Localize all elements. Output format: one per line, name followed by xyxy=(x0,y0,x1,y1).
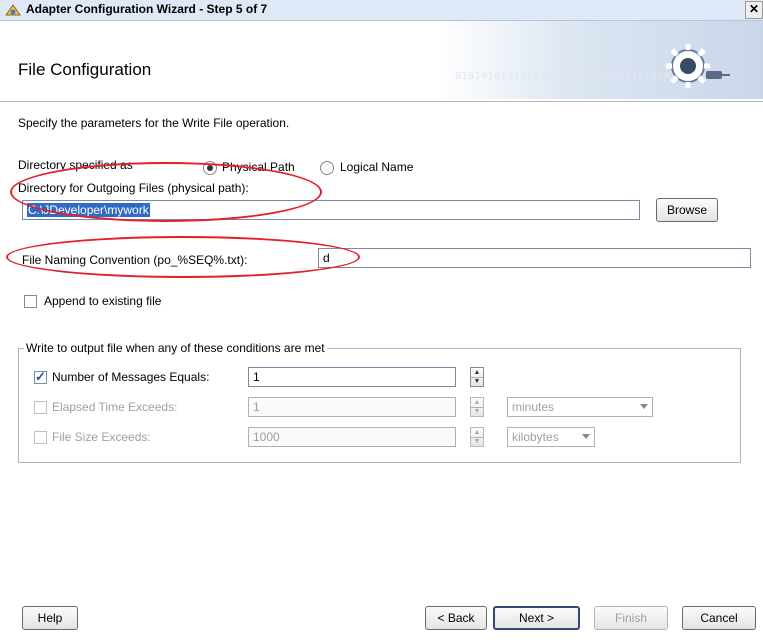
size-label[interactable]: File Size Exceeds: xyxy=(52,430,151,444)
browse-button[interactable]: Browse xyxy=(656,198,718,222)
size-checkbox[interactable] xyxy=(34,431,47,444)
spinner-down-icon[interactable]: ▼ xyxy=(471,437,483,446)
size-unit-value: kilobytes xyxy=(512,430,559,444)
logical-name-radio[interactable] xyxy=(320,161,334,175)
elapsed-input[interactable]: 1 xyxy=(248,397,456,417)
size-unit-select[interactable]: kilobytes xyxy=(507,427,595,447)
messages-input[interactable]: 1 xyxy=(248,367,456,387)
app-icon xyxy=(5,4,21,16)
intro-text: Specify the parameters for the Write Fil… xyxy=(18,116,290,130)
messages-checkbox[interactable]: ✓ xyxy=(34,369,47,384)
file-naming-input[interactable]: d xyxy=(318,248,751,268)
wizard-banner: File Configuration 010101010101010101010… xyxy=(0,21,763,101)
elapsed-checkbox[interactable] xyxy=(34,401,47,414)
wizard-content: Specify the parameters for the Write Fil… xyxy=(0,102,763,592)
next-button[interactable]: Next > xyxy=(493,606,580,630)
append-checkbox[interactable] xyxy=(24,295,37,308)
append-label[interactable]: Append to existing file xyxy=(44,294,161,308)
window-title: Adapter Configuration Wizard - Step 5 of… xyxy=(26,2,268,16)
elapsed-label[interactable]: Elapsed Time Exceeds: xyxy=(52,400,177,414)
spinner-down-icon[interactable]: ▼ xyxy=(471,407,483,416)
size-spinner[interactable]: ▲ ▼ xyxy=(470,427,484,447)
elapsed-unit-select[interactable]: minutes xyxy=(507,397,653,417)
dropdown-arrow-icon xyxy=(640,404,648,409)
spinner-down-icon[interactable]: ▼ xyxy=(471,377,483,386)
title-bar: Adapter Configuration Wizard - Step 5 of… xyxy=(0,0,763,21)
messages-label[interactable]: Number of Messages Equals: xyxy=(52,370,209,384)
dropdown-arrow-icon xyxy=(582,434,590,439)
annotation-ellipse-directory xyxy=(10,162,322,222)
conditions-group-title: Write to output file when any of these c… xyxy=(24,341,327,355)
logical-name-label[interactable]: Logical Name xyxy=(340,160,413,174)
size-input[interactable]: 1000 xyxy=(248,427,456,447)
elapsed-unit-value: minutes xyxy=(512,400,555,414)
messages-spinner[interactable]: ▲ ▼ xyxy=(470,367,484,387)
cancel-button[interactable]: Cancel xyxy=(682,606,756,630)
finish-button[interactable]: Finish xyxy=(594,606,668,630)
page-heading: File Configuration xyxy=(18,60,152,79)
back-button[interactable]: < Back xyxy=(425,606,487,630)
gear-plug-icon xyxy=(666,44,730,88)
help-button[interactable]: Help xyxy=(22,606,78,630)
elapsed-spinner[interactable]: ▲ ▼ xyxy=(470,397,484,417)
close-icon[interactable]: ✕ xyxy=(745,1,763,19)
check-icon: ✓ xyxy=(35,369,46,384)
annotation-ellipse-naming xyxy=(6,236,360,278)
